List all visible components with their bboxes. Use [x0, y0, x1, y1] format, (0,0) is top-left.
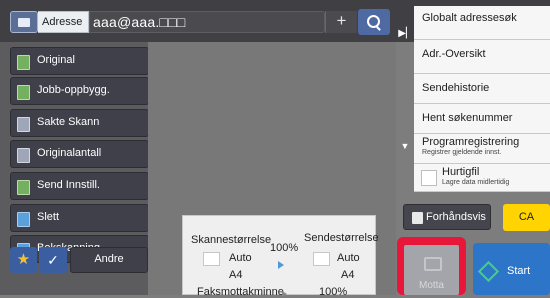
- address-overview-item[interactable]: Adr.-Oversikt: [414, 40, 550, 74]
- quick-file-item[interactable]: Hurtigfil Lagre data midlertidig: [414, 164, 550, 192]
- global-address-search-item[interactable]: Globalt adressesøk: [414, 6, 550, 40]
- scan-paper-value: A4: [229, 269, 243, 281]
- function-label: Jobb-oppbygg.: [37, 84, 110, 96]
- item-sublabel: Registrer gjeldende innst.: [422, 149, 502, 156]
- fax-memory-value: 100%: [319, 286, 348, 298]
- favorite-button[interactable]: ★: [10, 247, 37, 273]
- function-label: Send Innstill.: [37, 179, 100, 191]
- item-label: Hurtigfil: [442, 166, 480, 178]
- item-label: Adr.-Oversikt: [422, 48, 486, 60]
- item-label: Globalt adressesøk: [422, 12, 517, 24]
- preview-label: Forhåndsvis: [426, 211, 486, 223]
- send-mode-value: Auto: [337, 252, 360, 264]
- item-label: Sendehistorie: [422, 82, 490, 94]
- collapse-panel-button[interactable]: ▶▏: [398, 18, 414, 50]
- preview-icon: [412, 212, 423, 224]
- item-label: Hent søkenummer: [422, 112, 513, 124]
- function-button-original[interactable]: Original: [10, 47, 149, 75]
- start-button[interactable]: Start: [473, 243, 550, 295]
- item-sublabel: Lagre data midlertidig: [442, 179, 510, 186]
- send-paper-value: A4: [341, 269, 355, 281]
- settings-summary[interactable]: Skannestørrelse Sendestørrelse Auto 100%…: [182, 215, 379, 298]
- receive-label: Motta: [418, 280, 444, 291]
- fetch-search-number-item[interactable]: Hent søkenummer: [414, 104, 550, 134]
- add-address-button[interactable]: +: [325, 11, 357, 33]
- send-history-item[interactable]: Sendehistorie: [414, 74, 550, 104]
- function-button-original-count[interactable]: Originalantall: [10, 140, 149, 168]
- send-size-label: Sendestørrelse: [304, 232, 379, 244]
- function-button-erase[interactable]: Slett: [10, 204, 149, 232]
- paper-icon: [203, 252, 220, 266]
- fax-memory-label: Faksmottakminne: [197, 286, 284, 298]
- function-button-slow-scan[interactable]: Sakte Skann: [10, 109, 149, 137]
- program-registration-item[interactable]: Programregistrering Registrer gjeldende …: [414, 134, 550, 164]
- item-label: Programregistrering: [422, 136, 520, 148]
- receive-button[interactable]: Motta: [404, 245, 459, 295]
- scroll-down-icon[interactable]: ▼: [398, 141, 412, 153]
- action-panel: Globalt adressesøk Adr.-Oversikt Sendehi…: [414, 6, 550, 192]
- original-icon: [17, 55, 30, 70]
- address-label[interactable]: Adresse: [38, 11, 89, 33]
- check-button[interactable]: ✓: [39, 247, 67, 273]
- arrow-right-icon: [278, 261, 284, 269]
- function-label: Original: [37, 54, 75, 66]
- start-label: Start: [507, 265, 531, 277]
- function-button-send-settings[interactable]: Send Innstill.: [10, 172, 149, 200]
- clear-all-button[interactable]: CA: [503, 204, 550, 231]
- function-label: Originalantall: [37, 147, 102, 159]
- quick-file-checkbox[interactable]: [421, 170, 437, 186]
- preview-button[interactable]: Forhåndsvis: [403, 204, 491, 230]
- job-build-icon: [17, 85, 30, 100]
- scan-mode-value: Auto: [229, 252, 252, 264]
- address-book-button[interactable]: [10, 11, 38, 33]
- address-search-button[interactable]: [358, 9, 390, 35]
- slow-scan-icon: [17, 117, 30, 132]
- ratio-value: 100%: [270, 242, 299, 254]
- address-card-icon: [18, 18, 30, 27]
- start-icon: [477, 260, 500, 283]
- send-settings-icon: [17, 180, 30, 195]
- address-input[interactable]: aaa@aaa.□□□: [89, 11, 325, 33]
- other-button[interactable]: Andre: [70, 247, 148, 273]
- receive-icon: [424, 257, 442, 271]
- function-label: Slett: [37, 211, 60, 223]
- arrow-right-icon: [282, 291, 287, 297]
- function-button-job-build[interactable]: Jobb-oppbygg.: [10, 77, 149, 105]
- function-label: Sakte Skann: [37, 116, 100, 128]
- original-count-icon: [17, 148, 30, 163]
- paper-icon: [313, 252, 330, 266]
- erase-icon: [17, 212, 30, 227]
- scan-size-label: Skannestørrelse: [191, 234, 272, 246]
